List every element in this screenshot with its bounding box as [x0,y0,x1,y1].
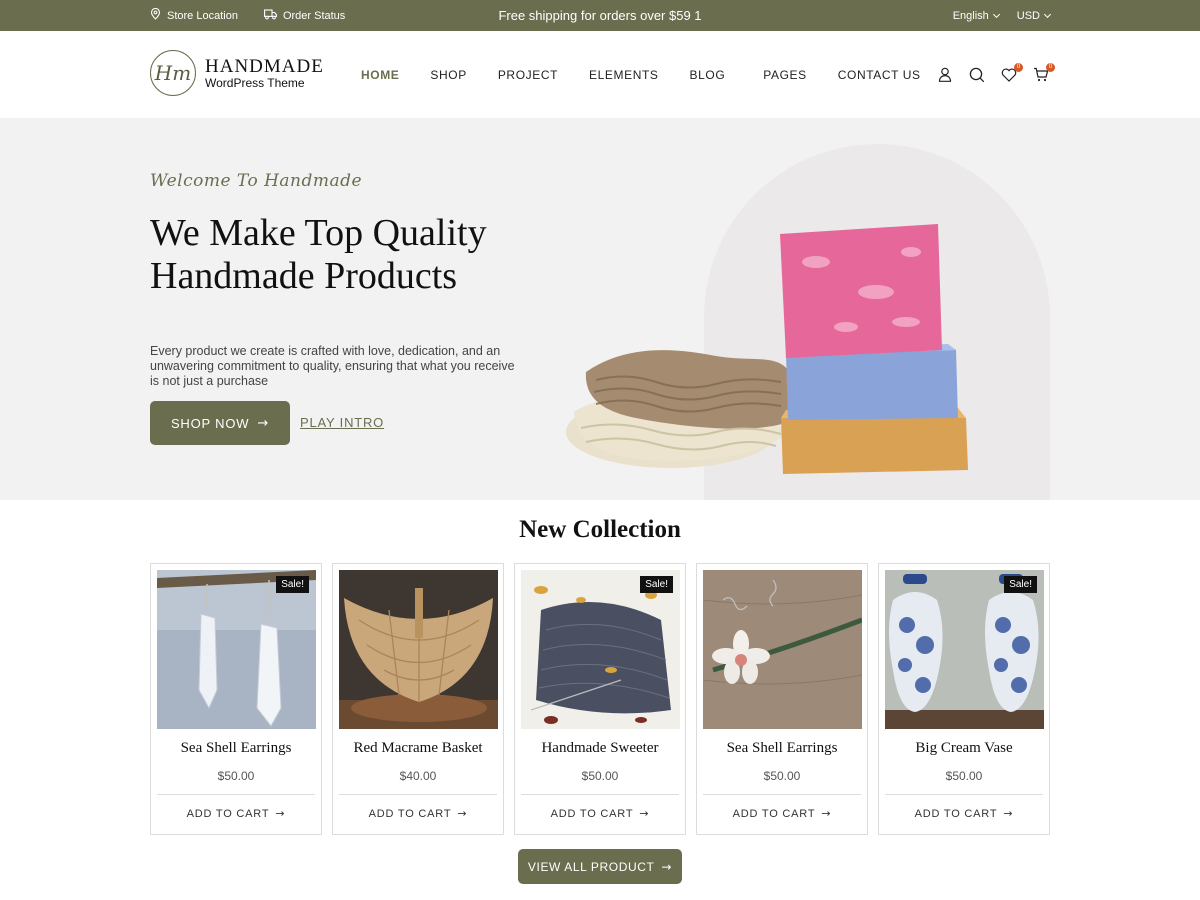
add-to-cart-button[interactable]: ADD TO CART → [879,807,1049,820]
product-card[interactable]: Sale! Big Cream Vase $50.00 ADD TO CART … [878,563,1050,835]
product-price: $50.00 [581,769,619,783]
top-bar: Store Location Order Status Free shippin… [0,0,1200,31]
product-price: $50.00 [217,769,255,783]
product-price: $40.00 [399,769,437,783]
main-nav: HOME SHOP PROJECT ELEMENTS BLOG PAGES CO… [361,31,952,118]
arrow-right-icon: → [457,807,468,820]
shop-now-label: SHOP NOW [170,415,250,431]
nav-pages[interactable]: PAGES [763,68,806,82]
play-intro-link[interactable]: PLAY INTRO [300,415,384,430]
chevron-down-icon [1043,10,1052,18]
arrow-right-icon: → [1003,807,1014,820]
add-to-cart-button[interactable]: ADD TO CART → [515,807,685,820]
view-all-label: VIEW ALL PRODUCT [527,859,655,874]
product-image-vase[interactable] [885,570,1044,729]
logo-title: HANDMADE [205,55,324,77]
arrow-right-icon: → [639,807,650,820]
arrow-right-icon: → [821,807,832,820]
language-value: English [952,9,989,22]
product-name[interactable]: Sea Shell Earrings [697,740,867,757]
product-grid: Sale! Sea Shell Earrings $50.00 ADD TO C… [150,563,1050,835]
add-to-cart-button[interactable]: ADD TO CART → [151,807,321,820]
add-to-cart-label: ADD TO CART [368,807,452,820]
product-card[interactable]: Sale! Sea Shell Earrings $50.00 ADD TO C… [150,563,322,835]
language-selector[interactable]: English [952,9,1000,22]
nav-blog[interactable]: BLOG [690,68,726,82]
product-price: $50.00 [763,769,801,783]
card-divider [339,794,497,795]
nav-contact-us[interactable]: CONTACT US [838,68,921,82]
arrow-right-icon: → [661,859,673,874]
product-name[interactable]: Sea Shell Earrings [151,740,321,757]
chevron-down-icon [992,10,1000,18]
logo-subtitle: WordPress Theme [205,75,305,90]
product-card[interactable]: Sea Shell Earrings $50.00 ADD TO CART → [696,563,868,835]
hero-soap-image [566,224,968,474]
card-divider [703,794,861,795]
currency-value: USD [1016,9,1040,22]
wishlist-icon[interactable]: 0 [1000,62,1023,84]
card-divider [157,794,315,795]
main-header: Hm HANDMADE WordPress Theme HOME SHOP PR… [0,31,1200,118]
store-location-label: Store Location [167,9,238,22]
store-location-link[interactable]: Store Location [150,7,238,23]
add-to-cart-button[interactable]: ADD TO CART → [333,807,503,820]
add-to-cart-label: ADD TO CART [550,807,634,820]
hero-section: Welcome To Handmade We Make Top Quality … [0,118,1200,500]
logo-mark: Hm [150,50,196,96]
sale-badge: Sale! [1004,576,1037,593]
nav-home[interactable]: HOME [361,68,399,82]
view-all-product-button[interactable]: VIEW ALL PRODUCT → [518,849,682,884]
nav-project[interactable]: PROJECT [498,68,558,82]
wishlist-count-badge: 0 [1014,62,1023,72]
product-image-basket[interactable] [339,570,498,729]
search-icon[interactable] [968,66,986,84]
truck-icon [263,8,277,23]
product-card[interactable]: Red Macrame Basket $40.00 ADD TO CART → [332,563,504,835]
cart-count-badge: 0 [1046,62,1055,72]
product-price: $50.00 [945,769,983,783]
sale-badge: Sale! [276,576,309,593]
shop-now-button[interactable]: SHOP NOW → [150,401,290,445]
order-status-label: Order Status [282,9,346,22]
hero-description: Every product we create is crafted with … [150,344,515,388]
product-image-sweater[interactable] [521,570,680,729]
card-divider [885,794,1043,795]
new-collection-title: New Collection [519,516,681,543]
currency-selector[interactable]: USD [1016,9,1052,22]
arrow-right-icon: → [275,807,286,820]
product-name[interactable]: Handmade Sweeter [515,740,685,757]
product-image-earrings[interactable] [157,570,316,729]
map-pin-icon [150,7,161,23]
nav-shop[interactable]: SHOP [430,68,466,82]
add-to-cart-label: ADD TO CART [732,807,816,820]
product-card[interactable]: Sale! Handmade Sweeter $50.00 ADD TO CAR… [514,563,686,835]
order-status-link[interactable]: Order Status [263,8,346,23]
arrow-right-icon: → [257,415,270,431]
product-name[interactable]: Big Cream Vase [879,740,1049,757]
hero-title: We Make Top Quality Handmade Products [150,212,487,297]
add-to-cart-label: ADD TO CART [914,807,998,820]
sale-badge: Sale! [640,576,673,593]
product-image-hairpin[interactable] [703,570,862,729]
cart-icon[interactable]: 0 [1032,62,1055,84]
add-to-cart-label: ADD TO CART [186,807,270,820]
product-name[interactable]: Red Macrame Basket [333,740,503,757]
add-to-cart-button[interactable]: ADD TO CART → [697,807,867,820]
card-divider [521,794,679,795]
nav-elements[interactable]: ELEMENTS [589,68,658,82]
logo[interactable]: Hm HANDMADE WordPress Theme [150,50,324,96]
account-icon[interactable] [936,66,954,84]
hero-script-tagline: Welcome To Handmade [150,171,363,191]
